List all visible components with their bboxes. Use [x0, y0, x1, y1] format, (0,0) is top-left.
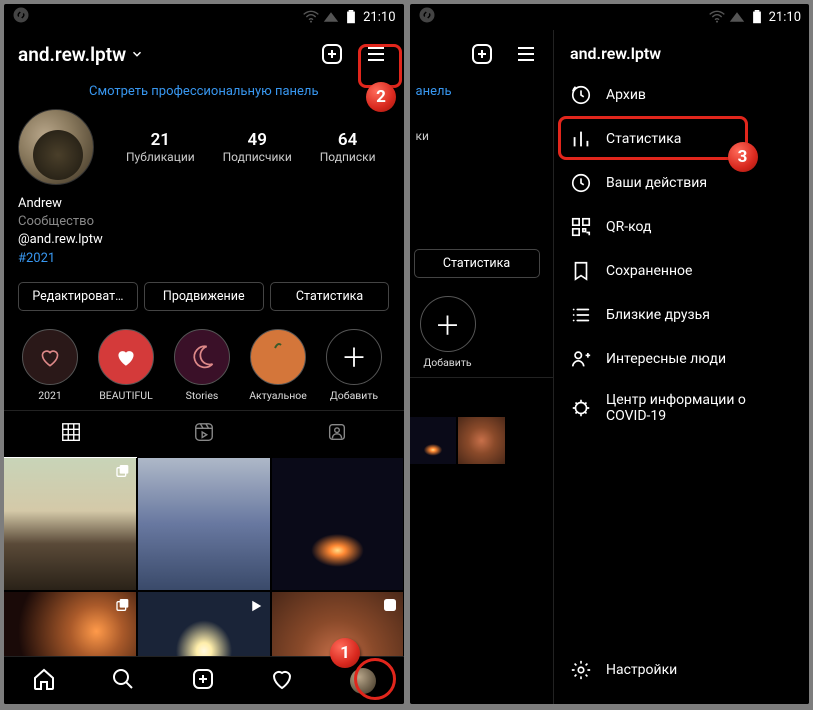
- moon-icon: [188, 343, 216, 371]
- menu-activity[interactable]: Ваши действия: [554, 161, 809, 205]
- top-bar: [410, 30, 554, 78]
- pro-dashboard-link[interactable]: анель: [410, 78, 554, 109]
- highlights-row: 2021 BEAUTIFUL Stories Актуальное ＋Добав…: [4, 319, 404, 410]
- gear-icon: [570, 659, 592, 681]
- stat-partial: ки: [416, 129, 429, 143]
- insights-button[interactable]: Статистика: [414, 249, 540, 278]
- nav-home[interactable]: [32, 667, 56, 695]
- signal-icon: [323, 10, 339, 24]
- bookmark-icon: [570, 260, 592, 282]
- qr-icon: [570, 216, 592, 238]
- tab-reels[interactable]: [137, 411, 270, 458]
- side-drawer: and.rew.lptw Архив Статистика Ваши дейст…: [553, 30, 809, 704]
- phone-left: 21:10 and.rew.lptw Смотреть профессионал…: [4, 4, 404, 704]
- top-bar: and.rew.lptw: [4, 30, 404, 78]
- menu-covid[interactable]: Центр информации о COVID-19: [554, 381, 809, 435]
- reels-icon: [193, 421, 215, 443]
- stat-followers[interactable]: 49Подписчики: [223, 130, 292, 164]
- edit-profile-button[interactable]: Редактироват…: [18, 282, 138, 311]
- nav-profile[interactable]: [350, 668, 376, 694]
- bio: Andrew Сообщество @and.rew.lptw #2021: [4, 185, 404, 270]
- info-icon: [570, 397, 592, 419]
- highlight-add[interactable]: ＋Добавить: [322, 329, 386, 402]
- insights-icon: [570, 128, 592, 150]
- menu-qr[interactable]: QR-код: [554, 205, 809, 249]
- home-icon: [32, 667, 56, 691]
- nav-create[interactable]: [191, 667, 215, 695]
- menu-archive[interactable]: Архив: [554, 73, 809, 117]
- activity-icon: [570, 172, 592, 194]
- wifi-icon: [709, 10, 725, 24]
- archive-icon: [570, 84, 592, 106]
- username-dropdown[interactable]: and.rew.lptw: [18, 43, 144, 66]
- menu-discover[interactable]: Интересные люди: [554, 337, 809, 381]
- nav-activity[interactable]: [270, 667, 294, 695]
- tagged-icon: [326, 421, 348, 443]
- bottom-nav: [4, 656, 404, 704]
- highlight-2021[interactable]: 2021: [18, 329, 82, 402]
- bio-name: Andrew: [18, 195, 390, 213]
- post-item[interactable]: [410, 417, 457, 464]
- discover-people-icon: [570, 348, 592, 370]
- insights-button[interactable]: Статистика: [270, 282, 390, 311]
- heart-icon: [270, 667, 294, 691]
- content-tabs: [4, 410, 404, 458]
- tab-grid[interactable]: [4, 411, 137, 458]
- search-icon: [111, 667, 135, 691]
- leaf-icon: [273, 340, 283, 350]
- tab-tagged[interactable]: [270, 411, 403, 458]
- nav-avatar: [350, 668, 376, 694]
- reel-badge-icon: [382, 597, 398, 613]
- battery-icon: [749, 10, 765, 24]
- hamburger-button[interactable]: [362, 40, 390, 68]
- create-button[interactable]: [318, 40, 346, 68]
- highlight-add[interactable]: ＋Добавить: [416, 296, 480, 369]
- heart-filled-icon: [113, 344, 139, 370]
- plus-box-icon: [191, 667, 215, 691]
- pro-dashboard-link[interactable]: Смотреть профессиональную панель: [4, 78, 404, 109]
- action-buttons: Редактироват… Продвижение Статистика: [4, 270, 404, 319]
- nav-search[interactable]: [111, 667, 135, 695]
- bio-hashtag[interactable]: #2021: [18, 250, 390, 268]
- post-item[interactable]: [4, 458, 136, 590]
- status-bar: 21:10: [4, 4, 404, 30]
- stat-posts[interactable]: 21Публикации: [126, 130, 195, 164]
- shazam-icon: [12, 6, 30, 24]
- carousel-icon: [115, 597, 131, 613]
- bio-handle: @and.rew.lptw: [18, 231, 390, 249]
- stat-following[interactable]: 64Подписки: [320, 130, 376, 164]
- create-button[interactable]: [468, 40, 496, 68]
- profile-avatar[interactable]: [18, 109, 94, 185]
- menu-settings[interactable]: Настройки: [554, 648, 809, 692]
- bio-type: Сообщество: [18, 213, 390, 231]
- drawer-username: and.rew.lptw: [554, 30, 809, 73]
- list-icon: [570, 304, 592, 326]
- post-item[interactable]: [272, 458, 404, 590]
- post-item[interactable]: [458, 417, 505, 464]
- wifi-icon: [303, 10, 319, 24]
- username-text: and.rew.lptw: [18, 43, 126, 66]
- menu-close-friends[interactable]: Близкие друзья: [554, 293, 809, 337]
- status-time: 21:10: [363, 10, 395, 25]
- chevron-down-icon: [130, 47, 144, 61]
- shazam-icon: [418, 6, 436, 24]
- grid-icon: [60, 421, 82, 443]
- menu-saved[interactable]: Сохраненное: [554, 249, 809, 293]
- battery-icon: [343, 10, 359, 24]
- status-time: 21:10: [769, 10, 801, 25]
- post-item[interactable]: [138, 458, 270, 590]
- status-bar: 21:10: [410, 4, 810, 30]
- highlight-actual[interactable]: Актуальное: [246, 329, 310, 402]
- play-icon: [247, 597, 265, 615]
- highlight-stories[interactable]: Stories: [170, 329, 234, 402]
- highlight-beautiful[interactable]: BEAUTIFUL: [94, 329, 158, 402]
- heart-outline-icon: [37, 344, 63, 370]
- carousel-icon: [115, 463, 131, 479]
- signal-icon: [729, 10, 745, 24]
- phone-right: 21:10 анель ки Статистика ＋Добавить and.…: [410, 4, 810, 704]
- menu-insights[interactable]: Статистика: [554, 117, 809, 161]
- hamburger-button[interactable]: [512, 40, 540, 68]
- promote-button[interactable]: Продвижение: [144, 282, 264, 311]
- profile-header: 21Публикации 49Подписчики 64Подписки: [4, 109, 404, 185]
